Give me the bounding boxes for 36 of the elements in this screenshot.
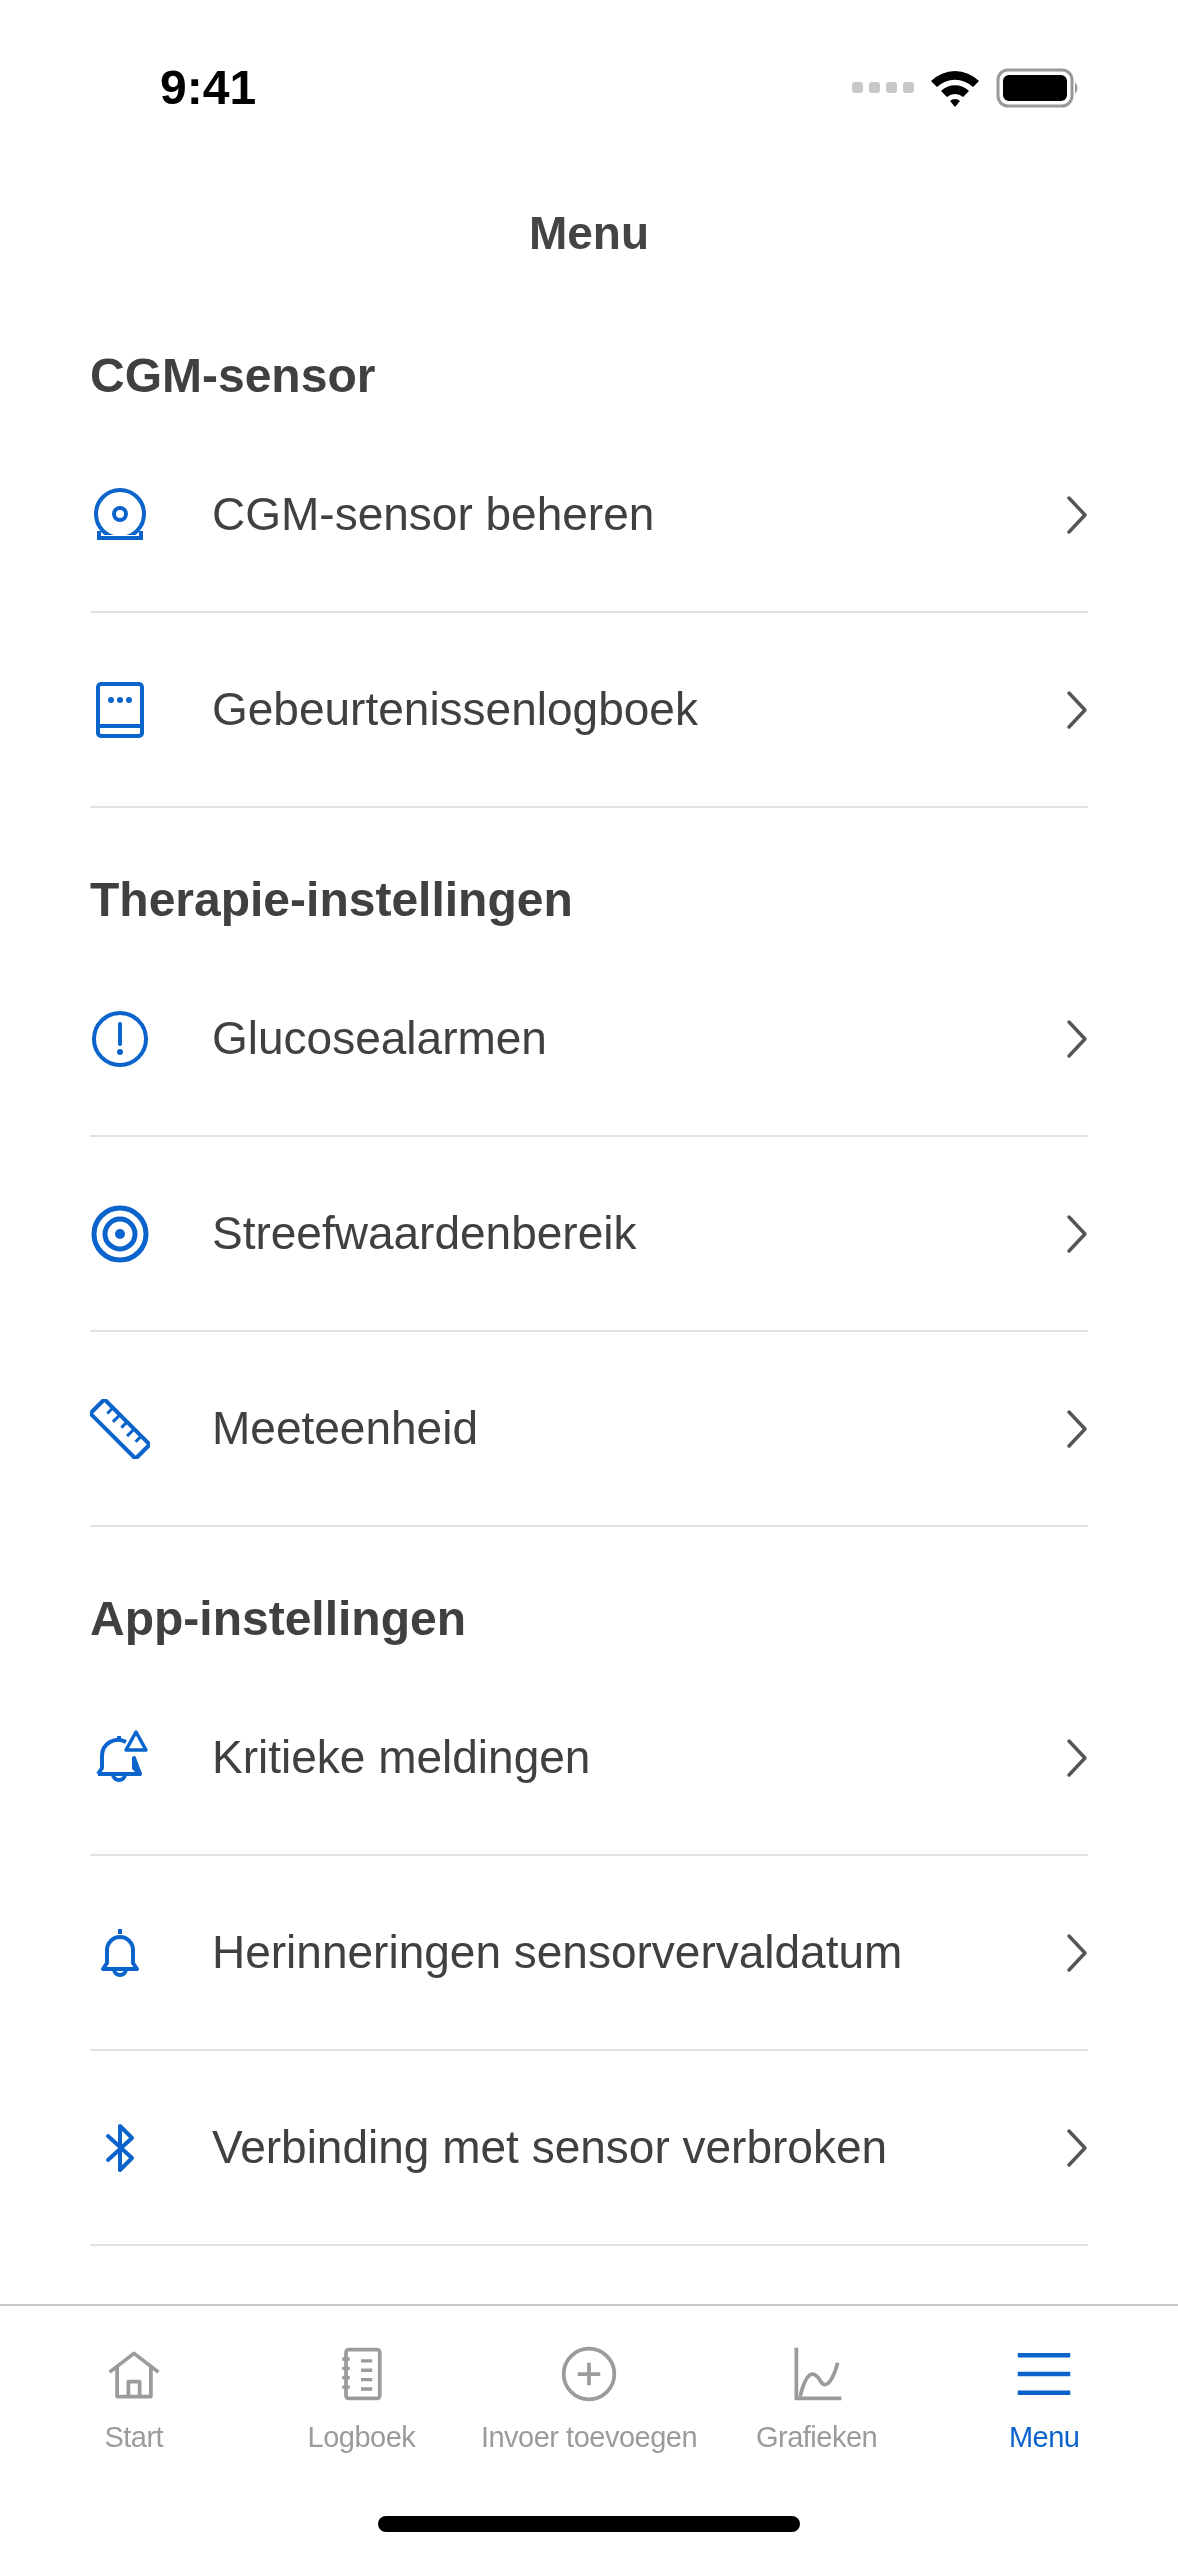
section-heading: App-instellingen [90,1591,466,1647]
menu-row[interactable]: CGM-sensor beheren [90,418,1088,613]
menu-row[interactable]: Verbinding met sensor verbroken [90,2051,1088,2246]
ruler-icon [90,1398,150,1459]
menu-label: Kritieke meldingen [212,1730,592,1785]
menu-row[interactable]: Gebeurtenissenlogboek [90,613,1088,808]
status-time: 9:41 [160,59,257,116]
menu-row[interactable]: Streefwaardenbereik [90,1137,1088,1332]
tab-button[interactable]: Menu [930,2320,1158,2470]
plus-circle-icon [559,2344,619,2404]
menu-label: Streefwaardenbereik [212,1206,638,1261]
section-heading: Therapie-instellingen [90,872,573,928]
chevron-icon [1066,1018,1088,1059]
chevron-icon [1066,1213,1088,1254]
chevron-icon [1066,2127,1088,2168]
chevron-icon [1066,1408,1088,1449]
menu-label: Glucosealarmen [212,1011,548,1066]
menu-label: Meeteenheid [212,1401,479,1456]
menu-row[interactable]: Herinneringen sensorvervaldatum [90,1856,1088,2051]
chevron-icon [1066,1737,1088,1778]
target-icon [90,1203,150,1264]
menu-row[interactable]: Glucosealarmen [90,942,1088,1137]
menu-label: CGM-sensor beheren [212,487,656,542]
chevron-icon [1066,494,1088,535]
signal-icon [852,81,914,94]
menu-label: Verbinding met sensor verbroken [212,2120,889,2175]
page-title: Menu [528,206,650,261]
chevron-icon [1066,1932,1088,1973]
menu-label: Herinneringen sensorvervaldatum [212,1925,904,1980]
exclamation-icon [90,1008,150,1069]
menu-row[interactable]: Meeteenheid [90,1332,1088,1527]
section-heading: CGM-sensor [90,348,376,404]
battery-icon [996,67,1080,108]
menu-label: Gebeurtenissenlogboek [212,682,699,737]
chevron-icon [1066,689,1088,730]
menu-row[interactable]: Kritieke meldingen [90,1661,1088,1856]
